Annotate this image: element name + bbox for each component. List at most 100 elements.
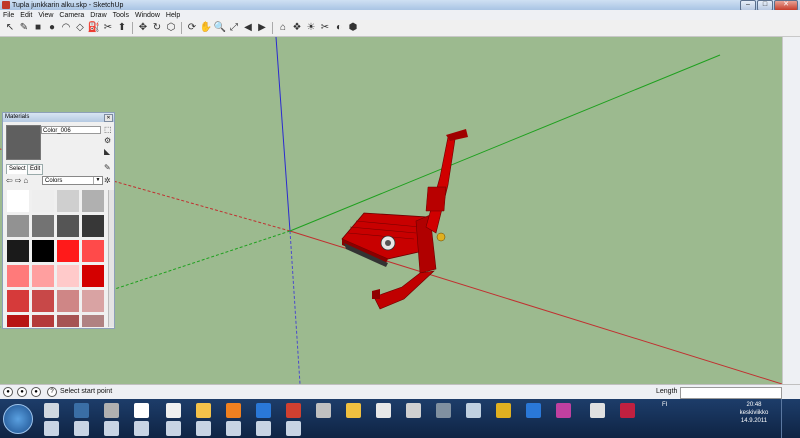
taskbar-app-icon[interactable] xyxy=(496,403,511,418)
material-swatch[interactable] xyxy=(32,215,54,237)
material-swatch[interactable] xyxy=(7,240,29,262)
next-view-icon[interactable]: ▶ xyxy=(256,22,268,34)
menu-help[interactable]: Help xyxy=(166,12,180,19)
material-swatch[interactable] xyxy=(57,240,79,262)
material-swatch[interactable] xyxy=(32,240,54,262)
tape-measure-icon[interactable]: ✂ xyxy=(102,22,114,34)
taskbar-app-icon[interactable] xyxy=(376,403,391,418)
tab-select[interactable]: Select xyxy=(6,164,29,174)
tab-edit[interactable]: Edit xyxy=(27,164,44,175)
credits-icon[interactable]: ● xyxy=(17,387,27,397)
offset-icon[interactable]: ⬡ xyxy=(165,22,177,34)
taskbar-app-icon[interactable] xyxy=(166,403,181,418)
taskbar-app-icon[interactable] xyxy=(620,403,635,418)
taskbar-pinned-icon[interactable] xyxy=(44,421,59,436)
taskbar-app-icon[interactable] xyxy=(74,403,89,418)
taskbar-pinned-icon[interactable] xyxy=(256,421,271,436)
library-dropdown[interactable]: Colors ▼ xyxy=(42,176,103,185)
material-swatch[interactable] xyxy=(7,190,29,212)
taskbar-app-icon[interactable] xyxy=(134,403,149,418)
select-arrow-icon[interactable]: ↖ xyxy=(4,22,16,34)
material-name-field[interactable]: Color_006 xyxy=(41,126,101,134)
input-language[interactable]: FI xyxy=(662,402,667,408)
taskbar-pinned-icon[interactable] xyxy=(196,421,211,436)
length-input[interactable] xyxy=(680,387,782,399)
shadow-icon[interactable]: ☀ xyxy=(305,22,317,34)
menu-tools[interactable]: Tools xyxy=(113,12,129,19)
materials-close-button[interactable]: ✕ xyxy=(104,114,113,122)
taskbar-app-icon[interactable] xyxy=(44,403,59,418)
material-swatch[interactable] xyxy=(82,240,104,262)
arc-icon[interactable]: ◠ xyxy=(60,22,72,34)
taskbar-app-icon[interactable] xyxy=(196,403,211,418)
instructor-help-icon[interactable]: ? xyxy=(47,387,57,397)
start-button[interactable] xyxy=(3,404,33,434)
rectangle-icon[interactable]: ■ xyxy=(32,22,44,34)
taskbar-pinned-icon[interactable] xyxy=(286,421,301,436)
paint-bucket-icon[interactable]: ⛽ xyxy=(88,22,100,34)
menu-camera[interactable]: Camera xyxy=(59,12,84,19)
taskbar-app-icon[interactable] xyxy=(256,403,271,418)
zoom-extents-icon[interactable]: ⤢ xyxy=(228,22,240,34)
taskbar-app-icon[interactable] xyxy=(590,403,605,418)
material-swatch[interactable] xyxy=(32,315,54,327)
taskbar-app-icon[interactable] xyxy=(526,403,541,418)
push-pull-icon[interactable]: ⬆ xyxy=(116,22,128,34)
material-swatch[interactable] xyxy=(82,190,104,212)
taskbar-app-icon[interactable] xyxy=(556,403,571,418)
user-icon[interactable]: ● xyxy=(31,387,41,397)
extension-icon[interactable]: ⬢ xyxy=(347,22,359,34)
display-secondary-icon[interactable]: ◣ xyxy=(104,147,110,156)
material-swatch[interactable] xyxy=(7,290,29,312)
rotate-icon[interactable]: ↻ xyxy=(151,22,163,34)
menu-view[interactable]: View xyxy=(38,12,53,19)
default-material-icon[interactable]: ⚙ xyxy=(104,136,111,145)
geo-location-icon[interactable]: ● xyxy=(3,387,13,397)
menu-draw[interactable]: Draw xyxy=(90,12,106,19)
menu-edit[interactable]: Edit xyxy=(20,12,32,19)
material-swatch[interactable] xyxy=(82,265,104,287)
tray-clock[interactable]: 20:48 keskiviikko 14.9.2011 xyxy=(736,401,772,425)
taskbar-pinned-icon[interactable] xyxy=(104,421,119,436)
material-swatch[interactable] xyxy=(82,215,104,237)
menu-window[interactable]: Window xyxy=(135,12,160,19)
material-swatch[interactable] xyxy=(57,315,79,327)
orbit-icon[interactable]: ⟳ xyxy=(186,22,198,34)
taskbar-pinned-icon[interactable] xyxy=(74,421,89,436)
taskbar-app-icon[interactable] xyxy=(466,403,481,418)
show-desktop-button[interactable] xyxy=(781,399,800,438)
material-swatch[interactable] xyxy=(57,290,79,312)
menu-file[interactable]: File xyxy=(3,12,14,19)
move-icon[interactable]: ✥ xyxy=(137,22,149,34)
forward-arrow-icon[interactable]: ⇨ xyxy=(15,176,22,185)
swatch-scrollbar[interactable] xyxy=(108,190,114,327)
component-icon[interactable]: ❖ xyxy=(291,22,303,34)
eraser-icon[interactable]: ◇ xyxy=(74,22,86,34)
section-icon[interactable]: ✂ xyxy=(319,22,331,34)
material-swatch[interactable] xyxy=(57,215,79,237)
back-arrow-icon[interactable]: ⇦ xyxy=(6,176,13,185)
warehouse-icon[interactable]: ⌂ xyxy=(277,22,289,34)
material-swatch[interactable] xyxy=(32,290,54,312)
current-material-swatch[interactable] xyxy=(6,125,41,160)
material-swatch[interactable] xyxy=(7,265,29,287)
taskbar-pinned-icon[interactable] xyxy=(226,421,241,436)
home-icon[interactable]: ⌂ xyxy=(23,176,28,185)
taskbar-app-icon[interactable] xyxy=(436,403,451,418)
taskbar-app-icon[interactable] xyxy=(346,403,361,418)
circle-icon[interactable]: ● xyxy=(46,22,58,34)
taskbar-app-icon[interactable] xyxy=(104,403,119,418)
drawing-viewport[interactable]: Materials ✕ Color_006 ⬚ ⚙ ◣ ✎ Select Edi… xyxy=(0,37,782,384)
previous-view-icon[interactable]: ◀ xyxy=(242,22,254,34)
taskbar-app-icon[interactable] xyxy=(406,403,421,418)
taskbar-pinned-icon[interactable] xyxy=(166,421,181,436)
pencil-icon[interactable]: ✎ xyxy=(18,22,30,34)
material-swatch[interactable] xyxy=(7,315,29,327)
taskbar-app-icon[interactable] xyxy=(226,403,241,418)
taskbar-app-icon[interactable] xyxy=(316,403,331,418)
material-swatch[interactable] xyxy=(82,315,104,327)
taskbar-pinned-icon[interactable] xyxy=(134,421,149,436)
zoom-icon[interactable]: 🔍 xyxy=(214,22,226,34)
taskbar-app-icon[interactable] xyxy=(286,403,301,418)
style-icon[interactable]: ◐ xyxy=(333,22,345,34)
